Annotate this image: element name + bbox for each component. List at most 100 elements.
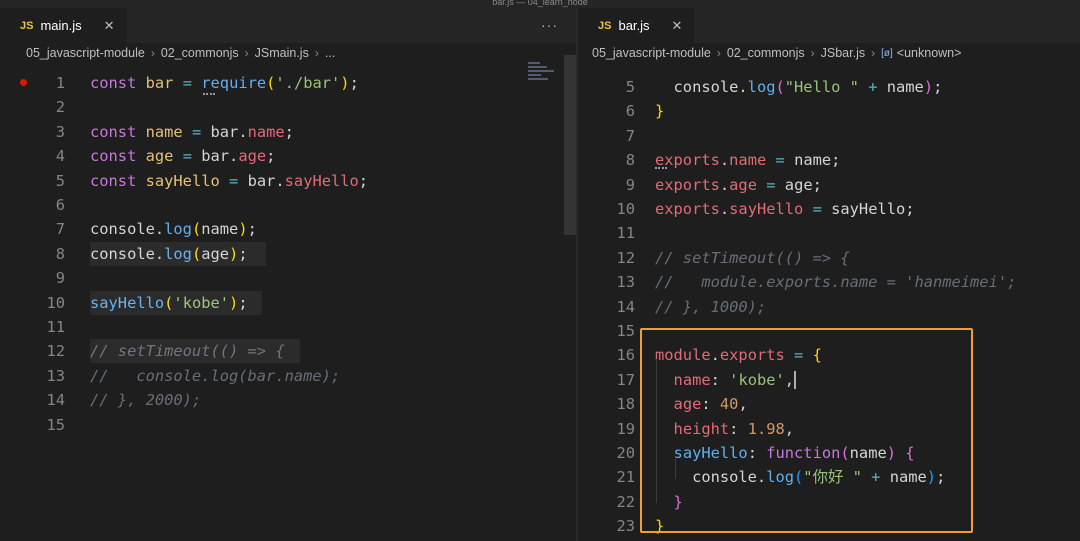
breadcrumb-file[interactable]: bar.js [835,46,865,60]
chevron-right-icon: › [871,46,876,60]
code-line[interactable]: 10 exports.sayHello = sayHello; [578,197,1080,221]
code-token: bar. [238,171,285,190]
code-token: sayHello; [821,200,915,218]
code-token: const [90,122,146,141]
code-line[interactable]: 9 exports.age = age; [578,173,1080,197]
close-icon[interactable]: ✕ [104,18,115,34]
title-bar: bar.js — 04_learn_node [0,0,1080,8]
code-line[interactable]: 4 const age = bar.age; [0,144,576,168]
code-line[interactable]: 15 [0,413,576,437]
breadcrumb-folder[interactable]: 05_javascript-module [592,46,711,60]
code-text: exports.name = name; [655,148,840,172]
breakpoint-icon[interactable] [20,79,27,86]
code-line[interactable]: 14 // }, 1000); [578,295,1080,319]
code-line[interactable]: 7 [578,124,1080,148]
more-actions-icon[interactable]: ··· [541,17,558,33]
code-token: sayHello [729,200,804,218]
code-token: name [877,78,924,96]
code-line[interactable]: 14 // }, 2000); [0,388,576,412]
code-token: console. [655,78,748,96]
editor-pane-left: JS main.js ✕ ··· 05_javascript-module › … [0,8,576,541]
code-token: const [90,74,146,92]
code-token: } [655,102,665,121]
code-line[interactable]: 11 [578,221,1080,245]
code-token: // console.log(bar.name); [90,366,341,385]
js-file-icon: JS [254,46,270,60]
code-text: // module.exports.name = 'hanmeimei'; [655,270,1016,294]
code-editor-left[interactable]: 1 const bar = require('./bar'); 2 3 const na… [0,63,576,541]
code-line[interactable]: 2 [0,95,576,119]
code-token: exports [655,200,720,218]
code-token: const [90,147,146,166]
code-token: ; [284,122,294,141]
breadcrumb-file[interactable]: main.js [269,46,309,60]
line-number: 2 [55,98,65,117]
line-number: 7 [625,126,635,145]
code-token: name; [784,151,841,170]
code-text: } [655,99,664,123]
line-number: 8 [55,244,65,263]
code-token: ) [923,78,934,96]
code-text: const name = bar.name; [90,120,294,144]
close-icon[interactable]: ✕ [672,18,683,34]
line-number: 3 [55,122,65,141]
code-line[interactable]: 8 console.log(age); [0,242,576,266]
line-number: 13 [46,366,65,385]
code-line[interactable]: 10 sayHello('kobe'); [0,291,576,315]
selection-highlight [90,290,262,315]
code-line[interactable]: 8 exports.name = name; [578,148,1080,172]
minimap[interactable] [528,62,564,84]
code-token: . [719,151,730,170]
line-number: 5 [625,78,635,96]
line-number: 10 [46,293,65,312]
code-line[interactable]: 13 // console.log(bar.name); [0,364,576,388]
code-token: age; [775,175,822,194]
code-line[interactable]: 6} [578,99,1080,123]
code-token: ; [933,78,943,96]
code-token: // setTimeout(() => { [655,248,850,267]
chevron-right-icon: › [810,46,815,60]
code-token: log [164,220,192,239]
code-text: const sayHello = bar.sayHello; [90,169,368,193]
line-number: 11 [46,318,65,336]
code-token: ; [358,171,369,190]
code-text: // setTimeout(() => { [655,246,850,270]
breadcrumb-folder[interactable]: 02_commonjs [161,46,239,60]
code-line[interactable]: 11 [0,315,576,339]
line-number: 6 [55,196,65,214]
tab-label: bar.js [618,18,650,33]
code-line[interactable]: 7 console.log(name); [0,217,576,241]
scrollbar-slider[interactable] [564,55,576,235]
breadcrumb-folder[interactable]: 05_javascript-module [26,46,145,60]
code-token: = [812,200,822,218]
code-token: ) [340,74,350,92]
tab-label: main.js [40,18,82,33]
line-number: 9 [55,269,65,288]
line-number: 7 [55,220,65,239]
code-line[interactable]: 12 // setTimeout(() => { [578,246,1080,270]
code-line[interactable]: 6 [0,193,576,217]
code-line[interactable]: 1 const bar = require('./bar'); [0,71,576,95]
code-text: console.log(name); [90,217,257,241]
code-line[interactable]: 9 [0,266,576,290]
code-token: sayHello [145,171,220,190]
code-line[interactable]: 3 const name = bar.name; [0,120,576,144]
breadcrumb-symbol[interactable]: <unknown> [897,46,962,60]
line-number: 16 [616,346,635,365]
code-token: = [766,175,776,194]
breadcrumb-symbol[interactable]: ... [325,46,335,60]
line-number: 15 [616,322,635,340]
code-token: name [247,122,285,141]
code-line[interactable]: 5 const sayHello = bar.sayHello; [0,169,576,193]
tab-bar-js[interactable]: JS bar.js ✕ [578,8,696,43]
code-line[interactable]: 5 console.log("Hello " + name); [578,75,1080,99]
code-token: sayHello [284,171,359,190]
breadcrumb-folder[interactable]: 02_commonjs [727,46,805,60]
code-token: = [775,151,785,170]
code-line[interactable]: 13 // module.exports.name = 'hanmeimei'; [578,270,1080,294]
line-number: 20 [616,444,635,462]
tab-main-js[interactable]: JS main.js ✕ [0,8,128,43]
code-token: name [145,122,183,141]
